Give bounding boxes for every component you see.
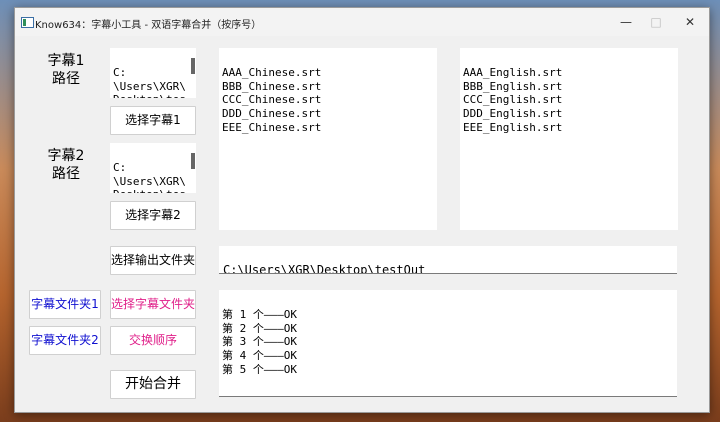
maximize-icon[interactable]: □ xyxy=(641,12,671,32)
minimize-icon[interactable]: — xyxy=(611,12,641,32)
subtitle-folder2-button[interactable]: 字幕文件夹2 xyxy=(29,326,101,355)
subtitle2-path-text: C: \Users\XGR\ Desktop\tes t\222字幕合 xyxy=(113,160,186,193)
subtitle2-path-field[interactable]: C: \Users\XGR\ Desktop\tes t\222字幕合 xyxy=(110,143,196,193)
english-file-items: AAA_English.srt BBB_English.srt CCC_Engl… xyxy=(463,65,563,134)
subtitle1-path-scrollbar[interactable] xyxy=(191,58,195,74)
title-bar[interactable]: Know634：字幕小工具 - 双语字幕合并（按序号） — □ ✕ xyxy=(15,8,709,36)
subtitle1-path-field[interactable]: C: \Users\XGR\ Desktop\tes t\222字幕合 xyxy=(110,48,196,98)
subtitle1-path-label: 字幕1 路径 xyxy=(47,53,85,87)
english-subtitle-list[interactable]: AAA_English.srt BBB_English.srt CCC_Engl… xyxy=(460,48,678,230)
chinese-subtitle-list[interactable]: AAA_Chinese.srt BBB_Chinese.srt CCC_Chin… xyxy=(219,48,437,230)
subtitle-folder1-button[interactable]: 字幕文件夹1 xyxy=(29,290,101,319)
select-subtitle-folder-button[interactable]: 选择字幕文件夹 xyxy=(110,290,196,319)
subtitle2-path-scrollbar[interactable] xyxy=(191,153,195,169)
subtitle1-path-text: C: \Users\XGR\ Desktop\tes t\222字幕合 xyxy=(113,65,186,98)
select-subtitle2-button[interactable]: 选择字幕2 xyxy=(110,201,196,230)
merge-log-text: 第 1 个———OK 第 2 个———OK 第 3 个———OK 第 4 个——… xyxy=(222,307,297,376)
select-output-folder-button[interactable]: 选择输出文件夹 xyxy=(110,246,196,275)
subtitle2-path-label: 字幕2 路径 xyxy=(47,148,85,182)
chinese-file-items: AAA_Chinese.srt BBB_Chinese.srt CCC_Chin… xyxy=(222,65,322,134)
main-window: Know634：字幕小工具 - 双语字幕合并（按序号） — □ ✕ 字幕1 路径… xyxy=(14,7,710,413)
merge-log-area[interactable]: 第 1 个———OK 第 2 个———OK 第 3 个———OK 第 4 个——… xyxy=(219,290,677,397)
output-path-field[interactable]: C:\Users\XGR\Desktop\testOut xyxy=(219,246,677,274)
window-title: Know634：字幕小工具 - 双语字幕合并（按序号） xyxy=(35,20,262,31)
output-path-text: C:\Users\XGR\Desktop\testOut xyxy=(223,262,426,274)
start-merge-button[interactable]: 开始合并 xyxy=(110,370,196,399)
select-subtitle1-button[interactable]: 选择字幕1 xyxy=(110,106,196,135)
app-icon xyxy=(21,17,34,28)
close-icon[interactable]: ✕ xyxy=(675,12,705,32)
swap-order-button[interactable]: 交换顺序 xyxy=(110,326,196,355)
